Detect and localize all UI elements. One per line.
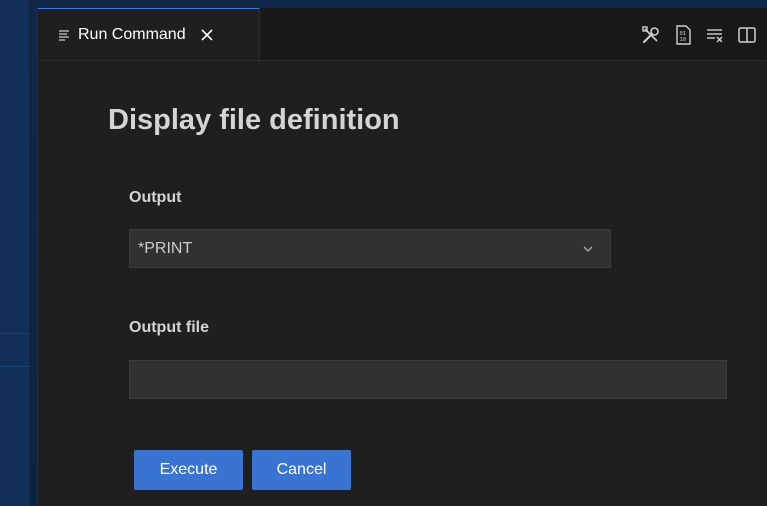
side-panel-strip <box>0 0 31 506</box>
output-file-label: Output file <box>129 319 209 336</box>
binary-file-icon[interactable]: 01 10 <box>672 24 694 46</box>
output-label: Output <box>129 189 182 206</box>
tab-bar: Run Command 01 10 <box>38 8 767 61</box>
output-select[interactable]: *PRINT <box>129 229 611 268</box>
form-panel: Display file definition Output *PRINT Ou… <box>38 61 767 506</box>
panel-divider <box>0 366 30 367</box>
close-icon[interactable] <box>198 26 216 44</box>
execute-button[interactable]: Execute <box>134 450 243 490</box>
svg-text:10: 10 <box>680 37 687 43</box>
output-selected-value: *PRINT <box>138 239 193 257</box>
panel-divider <box>0 333 30 334</box>
tab-run-command[interactable]: Run Command <box>38 8 260 60</box>
editor-toolbar: 01 10 <box>640 24 758 46</box>
tools-icon[interactable] <box>640 24 662 46</box>
tab-label: Run Command <box>78 25 186 43</box>
editor-window: Run Command 01 10 Display file definitio… <box>37 8 767 506</box>
clear-list-icon[interactable] <box>704 24 726 46</box>
page-title: Display file definition <box>108 104 400 136</box>
output-file-input[interactable] <box>129 360 727 399</box>
lines-icon <box>58 29 70 41</box>
split-editor-icon[interactable] <box>736 24 758 46</box>
chevron-down-icon <box>582 243 594 255</box>
cancel-button[interactable]: Cancel <box>252 450 351 490</box>
